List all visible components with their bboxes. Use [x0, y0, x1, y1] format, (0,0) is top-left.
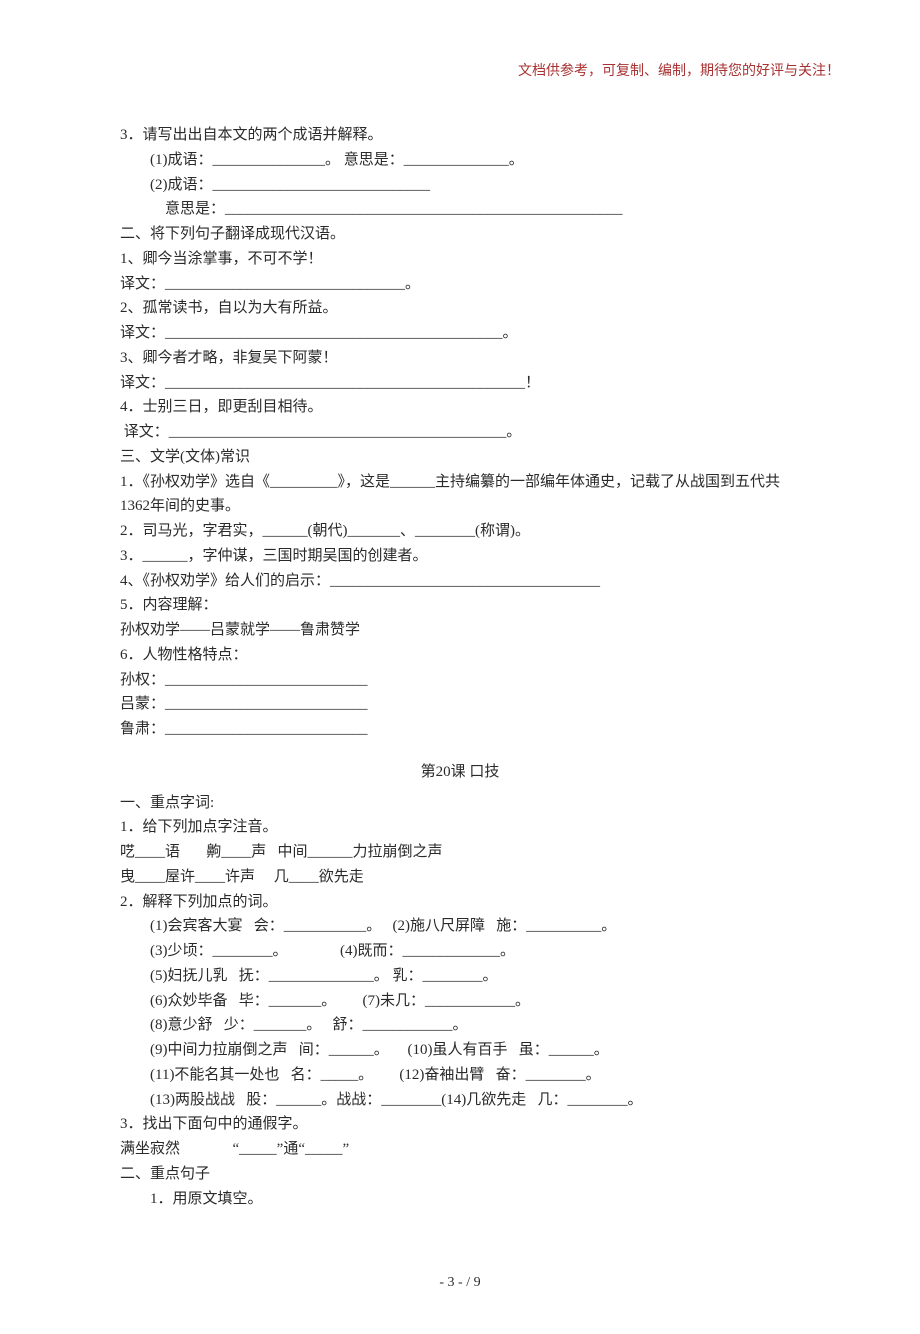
sec2-line-5: (1)会宾客大宴 会：___________。 (2)施八尺屏障 施：_____… — [120, 914, 800, 939]
sec1-line-6: 译文：________________________________。 — [120, 272, 800, 297]
sec1-line-22: 吕蒙：___________________________ — [120, 692, 800, 717]
content-block-2: 一、重点字词:1．给下列加点字注音。呓____语 齁____声 中间______… — [120, 791, 800, 1212]
sec2-line-2: 呓____语 齁____声 中间______力拉崩倒之声 — [120, 840, 800, 865]
sec2-line-16: 1．用原文填空。 — [120, 1187, 800, 1212]
sec1-line-8: 译文：_____________________________________… — [120, 321, 800, 346]
content-block-1: 3．请写出出自本文的两个成语并解释。(1)成语：_______________。… — [120, 123, 800, 742]
sec2-line-4: 2．解释下列加点的词。 — [120, 890, 800, 915]
sec1-line-5: 1、卿今当涂掌事，不可不学！ — [120, 247, 800, 272]
sec1-line-15: 2．司马光，字君实，______(朝代)_______、________(称谓)… — [120, 519, 800, 544]
sec2-line-12: (13)两股战战 股：______。战战：________(14)几欲先走 几：… — [120, 1088, 800, 1113]
sec2-line-11: (11)不能名其一处也 名：_____。 (12)奋袖出臂 奋：________… — [120, 1063, 800, 1088]
sec1-line-14: 1．《孙权劝学》选自《_________》，这是______主持编纂的一部编年体… — [120, 470, 800, 520]
sec1-line-4: 二、将下列句子翻译成现代汉语。 — [120, 222, 800, 247]
sec1-line-3: 意思是：____________________________________… — [120, 197, 800, 222]
sec1-line-23: 鲁肃：___________________________ — [120, 717, 800, 742]
sec2-line-1: 1．给下列加点字注音。 — [120, 815, 800, 840]
sec1-line-20: 6．人物性格特点： — [120, 643, 800, 668]
sec1-line-11: 4．士别三日，即更刮目相待。 — [120, 395, 800, 420]
sec1-line-13: 三、文学(文体)常识 — [120, 445, 800, 470]
sec2-line-9: (8)意少舒 少：_______。 舒：____________。 — [120, 1013, 800, 1038]
sec1-line-18: 5．内容理解： — [120, 593, 800, 618]
sec1-line-16: 3．______，字仲谋，三国时期吴国的创建者。 — [120, 544, 800, 569]
page-footer: - 3 - / 9 — [120, 1271, 800, 1294]
sec2-line-14: 满坐寂然 “_____”通“_____” — [120, 1137, 800, 1162]
sec1-line-12: 译文：_____________________________________… — [120, 420, 800, 445]
sec1-line-21: 孙权：___________________________ — [120, 668, 800, 693]
sec2-line-8: (6)众妙毕备 毕：_______。 (7)未几：____________。 — [120, 989, 800, 1014]
sec2-line-13: 3．找出下面句中的通假字。 — [120, 1112, 800, 1137]
sec1-line-0: 3．请写出出自本文的两个成语并解释。 — [120, 123, 800, 148]
sec2-line-10: (9)中间力拉崩倒之声 间：______。 (10)虽人有百手 虽：______… — [120, 1038, 800, 1063]
sec2-line-15: 二、重点句子 — [120, 1162, 800, 1187]
sec2-line-7: (5)妇抚儿乳 抚：______________。 乳：________。 — [120, 964, 800, 989]
sec1-line-9: 3、卿今者才略，非复吴下阿蒙！ — [120, 346, 800, 371]
sec1-line-10: 译文：_____________________________________… — [120, 371, 800, 396]
sec2-line-0: 一、重点字词: — [120, 791, 800, 816]
sec1-line-7: 2、孤常读书，自以为大有所益。 — [120, 296, 800, 321]
sec2-line-6: (3)少顷：________。 (4)既而：_____________。 — [120, 939, 800, 964]
sec1-line-2: (2)成语：_____________________________ — [120, 173, 800, 198]
sec1-line-1: (1)成语：_______________。 意思是：_____________… — [120, 148, 800, 173]
section-title-lesson20: 第20课 口技 — [120, 760, 800, 785]
header-note: 文档供参考，可复制、编制，期待您的好评与关注！ — [120, 60, 840, 83]
sec2-line-3: 曳____屋许____许声 几____欲先走 — [120, 865, 800, 890]
sec1-line-19: 孙权劝学——吕蒙就学——鲁肃赞学 — [120, 618, 800, 643]
sec1-line-17: 4、《孙权劝学》给人们的启示：_________________________… — [120, 569, 800, 594]
